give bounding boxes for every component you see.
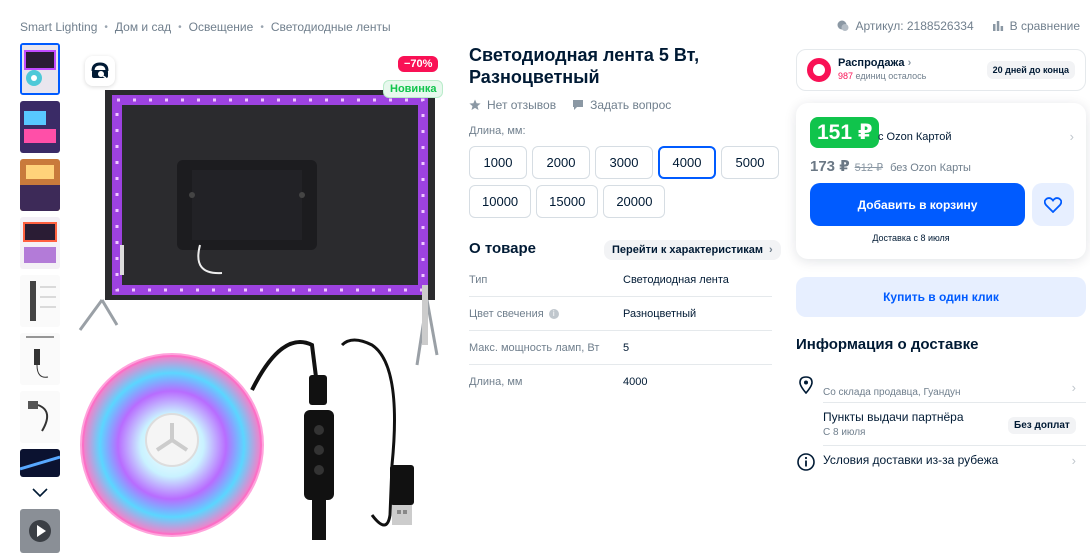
breadcrumb-separator: •	[104, 21, 108, 33]
product-title: Светодиодная лента 5 Вт, Разноцветный	[469, 45, 700, 87]
breadcrumb-item[interactable]: Smart Lighting	[20, 20, 97, 34]
no-surcharge-badge: Без доплат	[1008, 417, 1076, 434]
breadcrumb-item[interactable]: Светодиодные ленты	[271, 20, 391, 34]
delivery-warehouse-row[interactable]: Со склада продавца, Гуандун ›	[796, 376, 1086, 400]
thumbnail-2[interactable]	[20, 101, 60, 153]
chevron-down-icon	[32, 488, 48, 498]
chevron-right-icon[interactable]: ›	[1070, 129, 1074, 144]
compare-icon	[992, 21, 1003, 31]
new-badge: Новинка	[383, 80, 444, 98]
sale-count: 987	[838, 71, 854, 81]
about-title: О товаре	[469, 240, 537, 257]
length-option-5000[interactable]: 5000	[721, 146, 779, 179]
breadcrumb: Smart Lighting • Дом и сад • Освещение •…	[20, 20, 391, 34]
info-icon[interactable]: i	[548, 308, 559, 319]
breadcrumb-separator: •	[260, 21, 264, 33]
delivery-title: Информация о доставке	[796, 336, 979, 353]
spec-row: Тип Светодиодная лента	[469, 263, 772, 297]
article-number[interactable]: Артикул: 2188526334	[837, 19, 974, 33]
length-label: Длина, мм:	[469, 125, 526, 137]
sale-label: Распродажа	[838, 57, 905, 69]
breadcrumb-item[interactable]: Дом и сад	[115, 20, 171, 34]
spec-row: Цвет свечения i Разноцветный	[469, 297, 772, 331]
top-actions: Артикул: 2188526334 В сравнение	[837, 19, 1080, 33]
video-thumbnail[interactable]	[20, 509, 60, 553]
visual-search-icon	[91, 62, 109, 79]
price-card: 151 ₽ с Ozon Картой › 173 ₽ 512 ₽ без Oz…	[796, 103, 1086, 259]
length-option-4000[interactable]: 4000	[658, 146, 716, 179]
ozon-card-label: с Ozon Картой	[878, 131, 952, 143]
length-option-3000[interactable]: 3000	[595, 146, 653, 179]
buy-one-click-button[interactable]: Купить в один клик	[796, 277, 1086, 317]
breadcrumb-item[interactable]: Освещение	[189, 20, 254, 34]
pickup-title: Пункты выдачи партнёра	[823, 410, 964, 424]
spec-row: Макс. мощность ламп, Вт 5	[469, 331, 772, 365]
sale-ring-icon	[807, 58, 831, 82]
thumbnail-1[interactable]	[20, 43, 60, 95]
length-option-15000[interactable]: 15000	[536, 185, 599, 218]
pickup-date: С 8 июля	[823, 427, 866, 438]
thumbnail-3[interactable]	[20, 159, 60, 211]
delivery-date: Доставка с 8 июля	[872, 233, 950, 243]
chat-icon	[837, 20, 849, 31]
abroad-delivery-row[interactable]: Условия доставки из-за рубежа ›	[796, 453, 1086, 471]
image-search-button[interactable]	[85, 56, 115, 86]
length-option-1000[interactable]: 1000	[469, 146, 527, 179]
length-option-2000[interactable]: 2000	[532, 146, 590, 179]
product-meta: Нет отзывов Задать вопрос	[469, 98, 671, 112]
add-to-cart-button[interactable]: Добавить в корзину	[810, 183, 1025, 226]
length-option-20000[interactable]: 20000	[603, 185, 666, 218]
ask-question-link[interactable]: Задать вопрос	[572, 98, 671, 112]
chevron-right-icon: ›	[768, 244, 773, 256]
location-pin-icon	[799, 376, 813, 394]
breadcrumb-separator: •	[178, 21, 182, 33]
favorite-button[interactable]	[1032, 183, 1074, 226]
reviews-link[interactable]: Нет отзывов	[469, 98, 556, 112]
chevron-right-icon: ›	[1071, 380, 1076, 395]
ozon-card-price: 151 ₽	[810, 117, 880, 148]
discount-badge: −70%	[398, 56, 439, 72]
length-option-10000[interactable]: 10000	[469, 185, 532, 218]
thumbnail-8[interactable]	[20, 449, 60, 477]
thumbnail-7[interactable]	[20, 391, 60, 443]
product-main-image[interactable]	[72, 45, 442, 550]
thumbnail-6[interactable]	[20, 333, 60, 385]
regular-price-label: без Ozon Карты	[890, 162, 971, 174]
thumbnails-scroll-down[interactable]	[20, 483, 60, 503]
old-price: 512 ₽	[854, 162, 884, 174]
regular-price: 173 ₽	[810, 158, 850, 175]
length-options: 1000 2000 3000 4000 5000 10000 15000 200…	[469, 146, 779, 218]
thumbnail-list	[20, 43, 62, 559]
sale-days-left: 20 дней до конца	[986, 61, 1075, 79]
thumbnail-4[interactable]	[20, 217, 60, 269]
chat-bubble-icon	[573, 100, 584, 110]
sale-banner[interactable]: Распродажа › 987 единиц осталось 20 дней…	[796, 49, 1086, 91]
heart-icon	[1044, 196, 1062, 213]
chevron-right-icon: ›	[1071, 453, 1076, 468]
info-circle-icon	[797, 453, 815, 471]
thumbnail-5[interactable]	[20, 275, 60, 327]
spec-row: Длина, мм 4000	[469, 376, 648, 388]
compare-button[interactable]: В сравнение	[992, 19, 1080, 33]
star-icon	[469, 99, 481, 110]
go-to-specs-button[interactable]: Перейти к характеристикам ›	[604, 240, 781, 260]
spec-list: Тип Светодиодная лента Цвет свечения i Ра…	[469, 263, 772, 399]
